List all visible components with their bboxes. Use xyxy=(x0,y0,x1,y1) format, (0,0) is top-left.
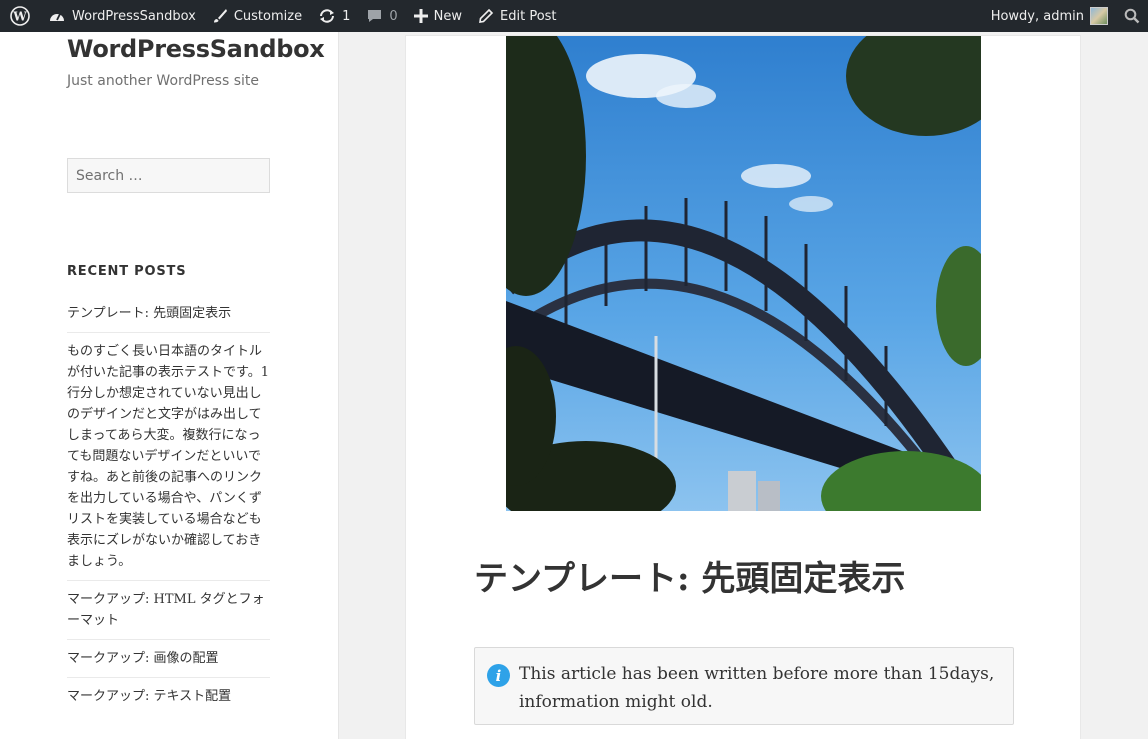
customize-button[interactable]: Customize xyxy=(204,0,310,32)
article: テンプレート: 先頭固定表示 i This article has been w… xyxy=(405,35,1081,739)
comments-count: 0 xyxy=(389,8,398,24)
search-input[interactable] xyxy=(76,167,261,184)
sidebar: WordPressSandbox Just another WordPress … xyxy=(0,32,339,739)
avatar xyxy=(1090,7,1108,25)
site-name-menu[interactable]: WordPressSandbox xyxy=(40,0,204,32)
new-label: New xyxy=(433,8,463,24)
site-title[interactable]: WordPressSandbox xyxy=(67,35,325,63)
pencil-icon xyxy=(478,8,494,24)
list-item[interactable]: マークアップ: HTML タグとフォーマット xyxy=(67,580,270,639)
howdy-label: Howdy, admin xyxy=(990,8,1084,24)
refresh-icon xyxy=(318,8,336,24)
recent-post-link[interactable]: ものすごく長い日本語のタイトルが付いた記事の表示テストです。1行分しか想定されて… xyxy=(67,344,269,569)
edit-post-label: Edit Post xyxy=(500,8,557,24)
info-icon: i xyxy=(487,664,510,687)
dashboard-icon xyxy=(48,8,66,24)
search-icon xyxy=(1124,8,1140,24)
list-item[interactable]: マークアップ: 画像の配置 xyxy=(67,639,270,677)
recent-post-link[interactable]: マークアップ: 画像の配置 xyxy=(67,651,219,666)
list-item[interactable]: ものすごく長い日本語のタイトルが付いた記事の表示テストです。1行分しか想定されて… xyxy=(67,332,270,580)
comment-bubble-icon xyxy=(366,8,383,24)
edit-post-button[interactable]: Edit Post xyxy=(470,0,565,32)
brush-icon xyxy=(212,8,228,24)
svg-text:W: W xyxy=(12,10,27,24)
recent-posts-list: テンプレート: 先頭固定表示 ものすごく長い日本語のタイトルが付いた記事の表示テ… xyxy=(67,295,270,715)
info-notice: i This article has been written before m… xyxy=(474,647,1014,725)
new-content-button[interactable]: New xyxy=(406,0,470,32)
updates-button[interactable]: 1 xyxy=(310,0,358,32)
recent-posts-heading: RECENT POSTS xyxy=(67,264,187,279)
recent-post-link[interactable]: マークアップ: HTML タグとフォーマット xyxy=(67,592,265,628)
admin-bar: W WordPressSandbox Customize 1 0 New Edi… xyxy=(0,0,1148,32)
list-item[interactable]: テンプレート: 先頭固定表示 xyxy=(67,295,270,332)
my-account-menu[interactable]: Howdy, admin xyxy=(983,0,1116,32)
comments-button[interactable]: 0 xyxy=(358,0,405,32)
recent-post-link[interactable]: マークアップ: テキスト配置 xyxy=(67,689,231,704)
site-name-label: WordPressSandbox xyxy=(72,8,196,24)
notice-text: This article has been written before mor… xyxy=(519,664,995,712)
customize-label: Customize xyxy=(233,8,303,24)
list-item[interactable]: マークアップ: テキスト配置 xyxy=(67,677,270,715)
featured-image xyxy=(506,36,981,511)
wordpress-logo-icon[interactable]: W xyxy=(0,0,40,32)
recent-post-link[interactable]: テンプレート: 先頭固定表示 xyxy=(67,306,231,321)
page-title: テンプレート: 先頭固定表示 xyxy=(474,559,906,599)
updates-count: 1 xyxy=(342,8,351,24)
plus-icon xyxy=(413,9,428,23)
search-field[interactable] xyxy=(67,158,270,193)
site-description: Just another WordPress site xyxy=(67,73,260,89)
admin-search-button[interactable] xyxy=(1116,0,1148,32)
